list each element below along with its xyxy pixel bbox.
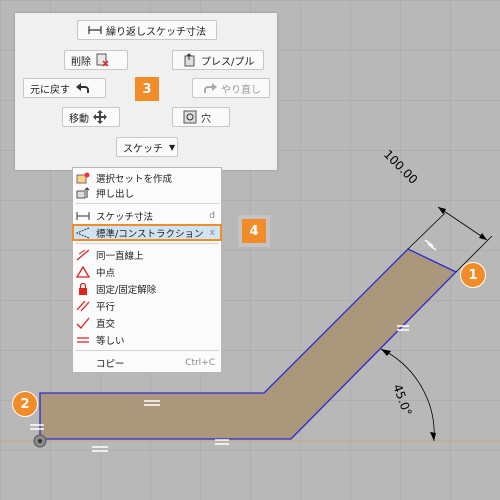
hole-icon xyxy=(183,110,197,124)
perpendicular-icon xyxy=(76,317,90,329)
ext-line-a xyxy=(407,212,446,250)
press-pull-label: プレス/プル xyxy=(201,56,255,68)
redo-label: やり直し xyxy=(221,84,261,96)
menu-item-create-selection-set[interactable]: 選択セットを作成 xyxy=(73,170,221,185)
repeat-sketch-dimension-button[interactable]: 繰り返しスケッチ寸法 xyxy=(77,20,217,40)
sketch-label: スケッチ xyxy=(123,143,163,155)
menu-item-collinear[interactable]: 同一直線上 xyxy=(73,247,221,262)
blank-icon xyxy=(76,357,90,369)
extrude-icon xyxy=(76,186,90,199)
menu-item-shortcut: x xyxy=(209,227,215,238)
length-dimension-text[interactable]: 100.00 xyxy=(381,147,421,187)
undo-button[interactable]: 元に戻す xyxy=(23,78,106,98)
origin-center xyxy=(38,439,42,443)
dimension-icon xyxy=(88,23,102,37)
menu-item-label: 直交 xyxy=(96,318,116,330)
selection-set-icon xyxy=(76,172,90,184)
undo-label: 元に戻す xyxy=(30,84,70,96)
menu-item-equal[interactable]: 等しい xyxy=(73,332,221,347)
arrow-head xyxy=(479,233,487,240)
repeat-sketch-dimension-label: 繰り返しスケッチ寸法 xyxy=(106,26,206,38)
menu-item-label: コピー xyxy=(96,358,125,370)
menu-item-label: 中点 xyxy=(96,267,116,279)
menu-item-label: 標準/コンストラクション xyxy=(96,228,204,240)
context-menu: 選択セットを作成 押し出し スケッチ寸法 d 標準/コンストラクション x 同一… xyxy=(72,167,222,373)
sketch-dropdown-button[interactable]: スケッチ ▼ xyxy=(116,137,178,157)
length-dimension-line[interactable] xyxy=(437,206,488,241)
parallel-constraint-icon xyxy=(424,239,437,251)
menu-item-shortcut: Ctrl+C xyxy=(185,357,215,368)
menu-item-label: 同一直線上 xyxy=(96,250,144,262)
horizontal-constraint-icon xyxy=(92,446,108,452)
parallel-icon xyxy=(76,300,90,312)
menu-separator xyxy=(75,243,219,244)
menu-item-perpendicular[interactable]: 直交 xyxy=(73,315,221,330)
move-icon xyxy=(93,110,107,124)
move-label: 移動 xyxy=(69,113,89,125)
menu-item-label: 押し出し xyxy=(96,188,135,200)
menu-item-label: 固定/固定解除 xyxy=(96,284,157,296)
menu-item-shortcut: d xyxy=(209,210,215,221)
angle-dimension-text[interactable]: 45.0° xyxy=(390,382,414,418)
midpoint-icon xyxy=(75,265,91,278)
menu-item-label: 選択セットを作成 xyxy=(96,173,173,185)
delete-icon xyxy=(95,53,109,67)
redo-button[interactable]: やり直し xyxy=(192,78,270,98)
menu-item-midpoint[interactable]: 中点 xyxy=(73,264,221,279)
equal-constraint-icon xyxy=(215,439,229,445)
hole-button[interactable]: 穴 xyxy=(172,107,230,127)
equal-icon xyxy=(76,334,90,346)
collinear-icon xyxy=(76,249,90,261)
menu-item-sketch-dimension[interactable]: スケッチ寸法 d xyxy=(73,208,221,223)
caret-down-icon: ▼ xyxy=(169,142,176,152)
move-button[interactable]: 移動 xyxy=(62,107,120,127)
menu-item-copy[interactable]: コピー Ctrl+C xyxy=(73,355,221,370)
press-pull-button[interactable]: プレス/プル xyxy=(172,50,264,70)
arrow-head xyxy=(381,349,391,356)
hole-label: 穴 xyxy=(201,113,211,125)
construction-line-icon xyxy=(75,227,90,239)
menu-separator xyxy=(75,203,219,204)
undo-icon xyxy=(74,81,89,95)
delete-label: 削除 xyxy=(71,56,91,68)
step-badge-2: 2 xyxy=(12,391,38,417)
menu-item-label: 等しい xyxy=(96,335,125,347)
step-badge-1: 1 xyxy=(460,262,486,288)
dimension-icon xyxy=(76,210,90,222)
press-pull-icon xyxy=(183,53,197,67)
step-badge-3: 3 xyxy=(135,77,159,101)
redo-icon xyxy=(203,81,217,95)
menu-item-fix-unfix[interactable]: 固定/固定解除 xyxy=(73,281,221,296)
menu-item-extrude[interactable]: 押し出し xyxy=(73,185,221,200)
menu-item-parallel[interactable]: 平行 xyxy=(73,298,221,313)
delete-button[interactable]: 削除 xyxy=(64,50,128,70)
menu-item-label: スケッチ寸法 xyxy=(96,211,154,223)
menu-separator xyxy=(75,350,219,351)
menu-item-normal-construction[interactable]: 標準/コンストラクション x xyxy=(72,224,222,241)
step-badge-4: 4 xyxy=(238,215,270,247)
lock-icon xyxy=(76,282,90,295)
menu-item-label: 平行 xyxy=(96,301,116,313)
arrow-head xyxy=(430,432,436,441)
